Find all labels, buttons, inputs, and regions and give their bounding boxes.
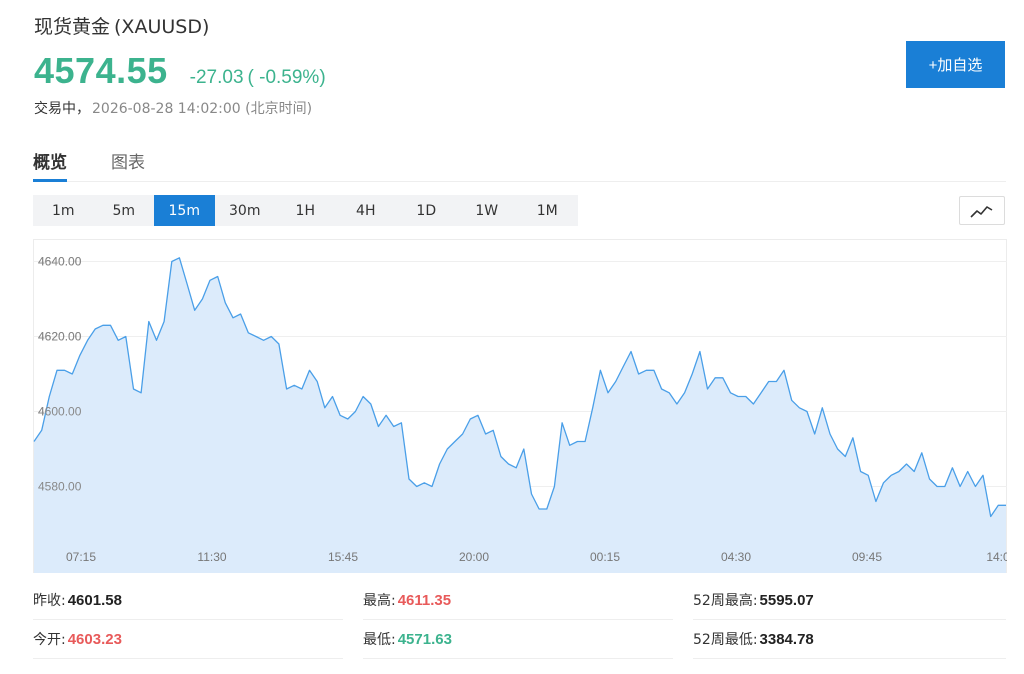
tab-overview[interactable]: 概览 bbox=[33, 140, 67, 182]
stat-value: 4601.58 bbox=[67, 591, 122, 609]
stats-table: 昨收: 4601.58 最高: 4611.35 52周最高: 5595.07 今开: 4… bbox=[33, 581, 1006, 659]
tab-chart[interactable]: 图表 bbox=[111, 140, 145, 182]
stat-52w-low: 52周最低: 3384.78 bbox=[693, 620, 1006, 659]
stat-value: 3384.78 bbox=[759, 630, 814, 648]
add-watchlist-button[interactable]: +加自选 bbox=[906, 41, 1005, 88]
interval-15m[interactable]: 15m bbox=[154, 195, 215, 226]
interval-5m[interactable]: 5m bbox=[94, 195, 155, 226]
interval-1m[interactable]: 1m bbox=[33, 195, 94, 226]
trading-status: 交易中， 2026-08-28 14:02:00 (北京时间) bbox=[34, 98, 312, 118]
timestamp: 2026-08-28 14:02:00 (北京时间) bbox=[92, 101, 313, 117]
stat-label: 最低: bbox=[363, 632, 396, 648]
status-text: 交易中， bbox=[34, 101, 90, 117]
x-tick-label: 11:30 bbox=[197, 550, 226, 564]
stat-high: 最高: 4611.35 bbox=[363, 581, 673, 620]
stat-open: 今开: 4603.23 bbox=[33, 620, 343, 659]
x-tick-label: 04:30 bbox=[721, 550, 751, 564]
last-price: 4574.55 bbox=[34, 50, 168, 91]
change-value: -27.03 bbox=[189, 67, 244, 88]
x-tick-label: 20:00 bbox=[459, 550, 489, 564]
price-chart-svg: 4640.004620.004600.004580.004640.004620.… bbox=[33, 239, 1007, 573]
stat-label: 52周最高: bbox=[693, 593, 758, 609]
instrument-name: 现货黄金 bbox=[34, 16, 111, 38]
interval-1w[interactable]: 1W bbox=[457, 195, 518, 226]
price-change: -27.03( -0.59%) bbox=[190, 67, 326, 89]
chart-type-button[interactable] bbox=[959, 196, 1005, 225]
y-tick-label: 4580.00 bbox=[38, 480, 82, 494]
y-tick-label: 4600.00 bbox=[38, 405, 82, 419]
x-tick-label: 07:15 bbox=[66, 550, 96, 564]
stat-label: 昨收: bbox=[33, 593, 66, 609]
instrument-title: 现货黄金 (XAUUSD) bbox=[34, 12, 209, 39]
interval-30m[interactable]: 30m bbox=[215, 195, 276, 226]
y-tick-label: 4640.00 bbox=[38, 255, 82, 269]
price-row: 4574.55 -27.03( -0.59%) bbox=[34, 50, 326, 92]
stat-prev-close: 昨收: 4601.58 bbox=[33, 581, 343, 620]
interval-4h[interactable]: 4H bbox=[336, 195, 397, 226]
change-percent: ( -0.59%) bbox=[247, 67, 326, 88]
price-area bbox=[34, 257, 1006, 573]
stats-row: 昨收: 4601.58 最高: 4611.35 52周最高: 5595.07 bbox=[33, 581, 1006, 620]
interval-1d[interactable]: 1D bbox=[396, 195, 457, 226]
price-chart[interactable]: 4640.004620.004600.004580.004640.004620.… bbox=[33, 239, 1007, 573]
stat-value: 4603.23 bbox=[67, 630, 122, 648]
stat-value: 5595.07 bbox=[759, 591, 814, 609]
y-tick-label: 4620.00 bbox=[38, 330, 82, 344]
tab-bar: 概览 图表 bbox=[33, 140, 1006, 182]
stat-value: 4571.63 bbox=[397, 630, 452, 648]
x-tick-label: 09:45 bbox=[852, 550, 882, 564]
stat-label: 52周最低: bbox=[693, 632, 758, 648]
x-tick-label: 00:15 bbox=[590, 550, 620, 564]
stat-label: 最高: bbox=[363, 593, 396, 609]
stat-low: 最低: 4571.63 bbox=[363, 620, 673, 659]
stat-52w-high: 52周最高: 5595.07 bbox=[693, 581, 1006, 620]
line-chart-icon bbox=[970, 205, 993, 218]
x-tick-label: 15:45 bbox=[328, 550, 358, 564]
instrument-symbol: (XAUUSD) bbox=[114, 16, 210, 38]
stat-value: 4611.35 bbox=[397, 591, 452, 609]
interval-selector: 1m 5m 15m 30m 1H 4H 1D 1W 1M bbox=[33, 195, 578, 226]
x-tick-label: 14:0 bbox=[986, 550, 1007, 564]
interval-1mo[interactable]: 1M bbox=[517, 195, 578, 226]
stat-label: 今开: bbox=[33, 632, 66, 648]
stats-row: 今开: 4603.23 最低: 4571.63 52周最低: 3384.78 bbox=[33, 620, 1006, 659]
interval-1h[interactable]: 1H bbox=[275, 195, 336, 226]
